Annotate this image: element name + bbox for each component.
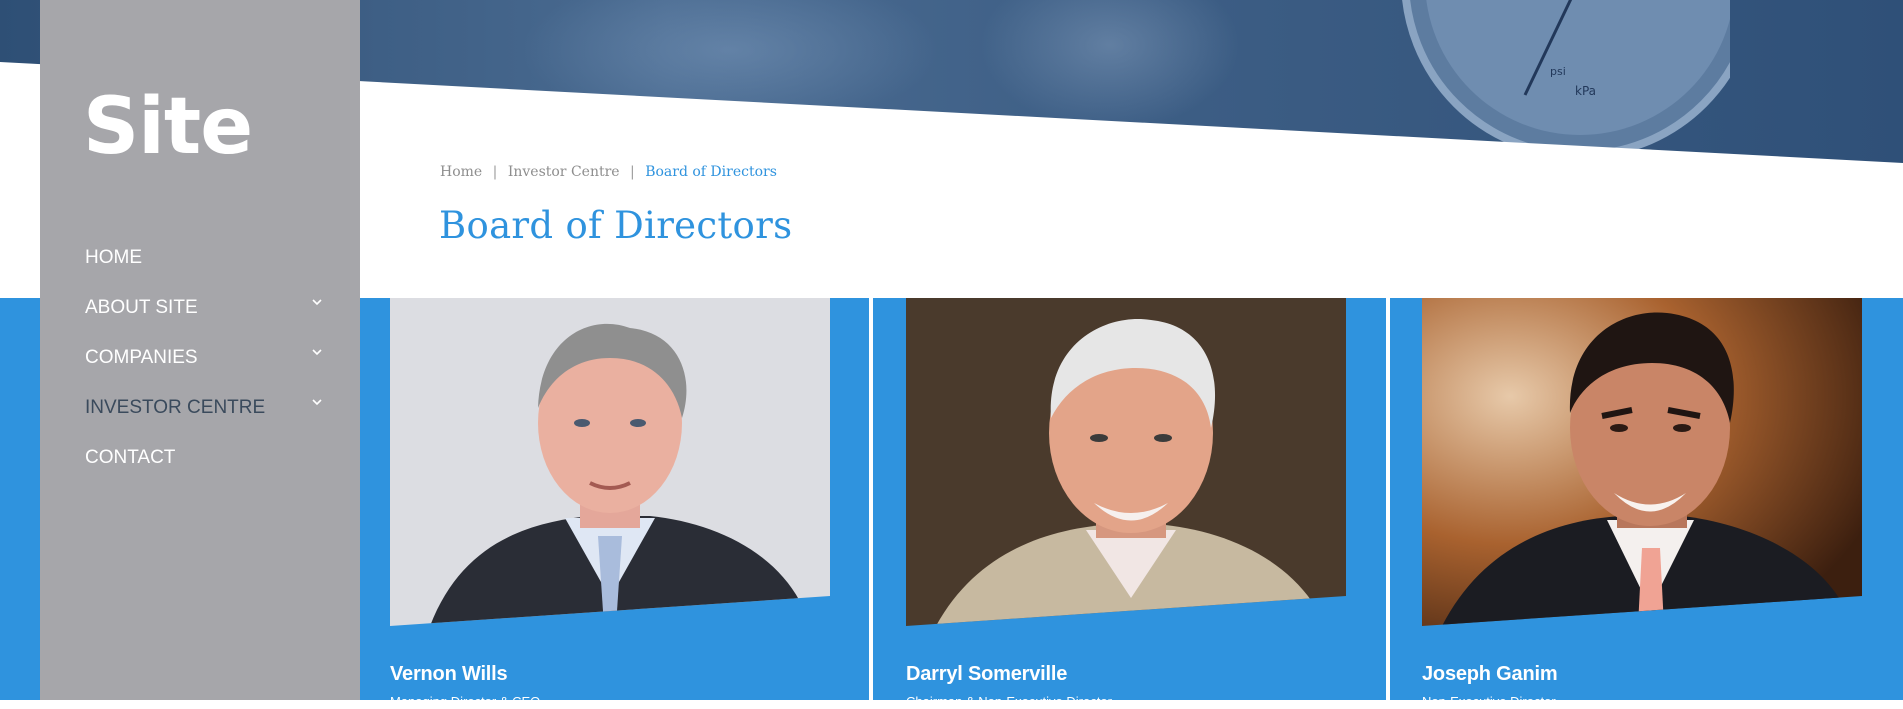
page-title: Board of Directors [439,204,793,247]
director-card[interactable] [906,298,1346,700]
breadcrumb-separator: | [630,164,635,180]
director-role: Chairman & Non-Executive Director [906,694,1112,709]
nav-item-label: HOME [85,247,142,268]
nav-item-label: COMPANIES [85,347,198,368]
nav-item-investor-centre[interactable]: INVESTOR CENTRE [85,395,325,445]
director-photo[interactable] [906,298,1346,626]
director-card[interactable] [390,298,830,700]
main-navigation: HOME ABOUT SITE COMPANIES INVESTOR CENTR… [85,245,325,495]
director-photo[interactable] [390,298,830,626]
director-role: Non-Executive Director [1422,694,1556,709]
director-card[interactable] [1422,298,1862,700]
breadcrumb-current: Board of Directors [645,164,777,180]
breadcrumb: Home | Investor Centre | Board of Direct… [440,164,777,180]
director-name[interactable]: Darryl Somerville [906,663,1067,686]
director-role: Managing Director & CEO [390,694,541,709]
director-photo[interactable] [1422,298,1862,626]
card-divider [1386,298,1390,700]
card-divider [869,298,873,700]
director-name[interactable]: Joseph Ganim [1422,663,1558,686]
sidebar: Site HOME ABOUT SITE COMPANIES INVESTOR … [40,0,360,700]
chevron-down-icon[interactable] [309,345,325,361]
nav-item-label: CONTACT [85,447,176,468]
breadcrumb-link-home[interactable]: Home [440,164,482,180]
nav-item-contact[interactable]: CONTACT [85,445,325,495]
nav-item-about-site[interactable]: ABOUT SITE [85,295,325,345]
nav-item-label: INVESTOR CENTRE [85,397,266,418]
chevron-down-icon[interactable] [309,295,325,311]
breadcrumb-separator: | [492,164,498,180]
nav-item-label: ABOUT SITE [85,297,198,318]
director-name[interactable]: Vernon Wills [390,663,508,686]
nav-item-home[interactable]: HOME [85,245,325,295]
site-logo[interactable]: Site [83,88,253,166]
chevron-down-icon[interactable] [309,395,325,411]
nav-item-companies[interactable]: COMPANIES [85,345,325,395]
breadcrumb-link-investor-centre[interactable]: Investor Centre [508,164,620,180]
